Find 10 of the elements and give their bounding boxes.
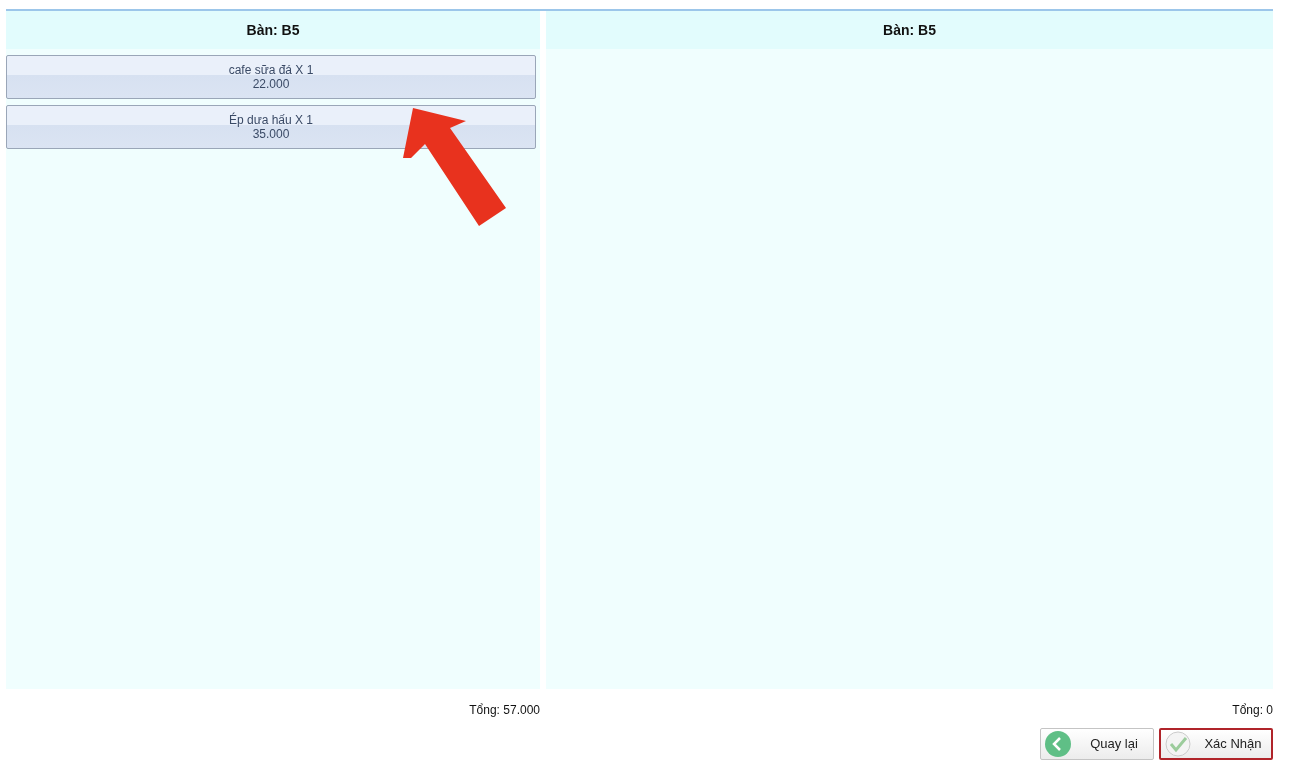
order-item-button[interactable]: Ép dưa hấu X 1 35.000 — [6, 105, 536, 149]
confirm-button[interactable]: Xác Nhận — [1159, 728, 1273, 760]
table-title: Bàn: B5 — [546, 11, 1273, 49]
back-button[interactable]: Quay lại — [1040, 728, 1154, 760]
total-label: Tổng: 0 — [1232, 703, 1273, 717]
checkmark-icon — [1165, 731, 1191, 757]
total-label: Tổng: 57.000 — [469, 703, 540, 717]
left-chevron-icon — [1045, 731, 1071, 757]
order-item-button[interactable]: cafe sữa đá X 1 22.000 — [6, 55, 536, 99]
table-title: Bàn: B5 — [6, 11, 540, 49]
